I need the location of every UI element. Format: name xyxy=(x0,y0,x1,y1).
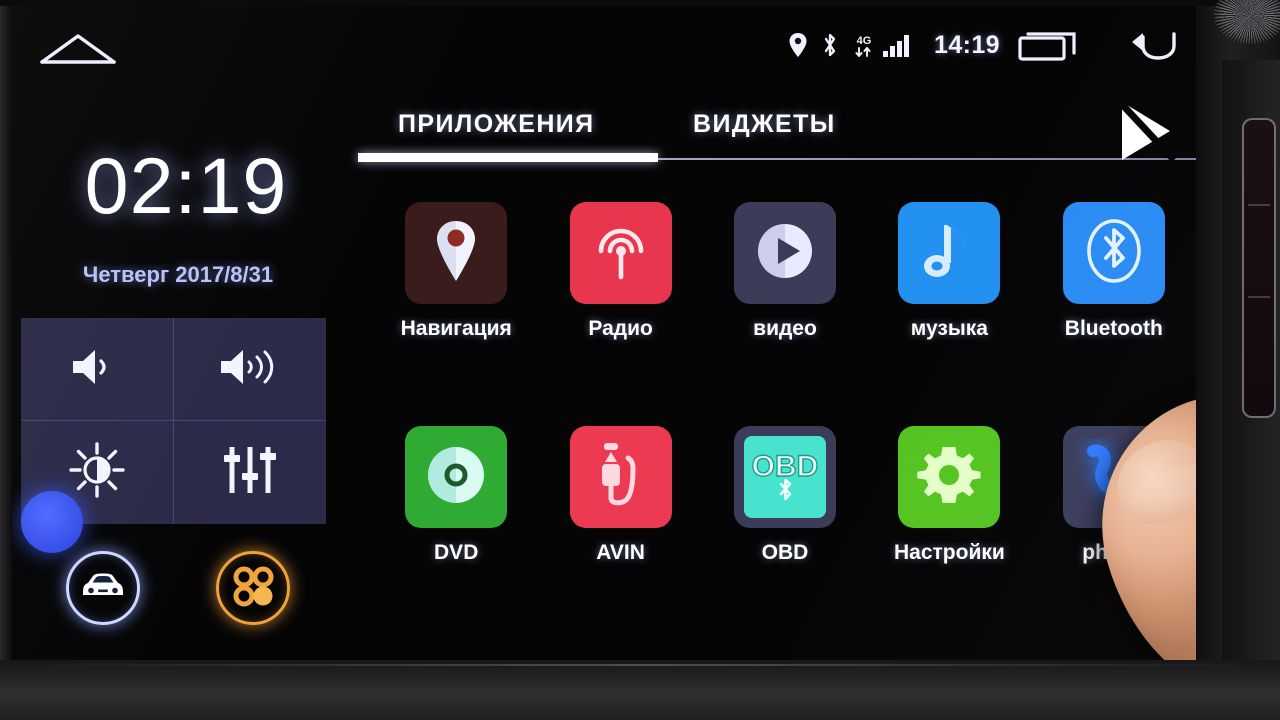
volume-low-icon xyxy=(67,343,127,396)
head-unit-device: 4G 14:19 02:19 Четверг 2017/8/31 ПРИЛОЖЕ… xyxy=(0,0,1280,720)
bluetooth-icon xyxy=(821,31,839,59)
home-icon[interactable] xyxy=(38,31,118,65)
app-label-settings: Настройки xyxy=(893,541,1005,564)
status-bar-clock: 14:19 xyxy=(934,30,1000,59)
car-icon xyxy=(80,570,126,607)
app-label-avin: AVIN xyxy=(596,541,645,564)
apps-grid-icon xyxy=(230,563,276,614)
signal-bars-icon xyxy=(882,31,912,59)
back-arrow-icon[interactable] xyxy=(1118,28,1178,62)
app-label-dvd: DVD xyxy=(434,541,479,564)
music-note-icon xyxy=(921,217,977,290)
brightness-slider-handle[interactable] xyxy=(21,491,83,553)
mobile-data-4g-icon: 4G xyxy=(852,31,876,59)
app-icon-radio xyxy=(569,202,672,304)
bezel-left xyxy=(0,0,12,700)
app-icon-avin xyxy=(569,426,672,528)
bluetooth-icon xyxy=(1081,216,1147,291)
equalizer-icon xyxy=(221,443,279,502)
disc-icon xyxy=(422,441,490,514)
tab-applications[interactable]: ПРИЛОЖЕНИЯ xyxy=(398,110,595,139)
play-circle-icon xyxy=(753,219,817,288)
svg-text:4G: 4G xyxy=(857,35,872,47)
app-label-video: видео xyxy=(753,317,817,340)
equalizer-button[interactable] xyxy=(174,421,327,524)
app-icon-settings xyxy=(898,426,1001,528)
quick-controls-panel xyxy=(21,318,326,524)
app-tile-bluetooth[interactable]: Bluetooth xyxy=(1032,202,1196,408)
app-label-navigation: Навигация xyxy=(400,317,512,340)
app-label-obd: OBD xyxy=(761,541,809,564)
app-tile-obd[interactable]: OBD OBD xyxy=(703,426,867,632)
volume-down-button[interactable] xyxy=(21,318,174,421)
all-apps-button[interactable] xyxy=(216,551,290,625)
play-store-icon[interactable] xyxy=(1112,97,1186,164)
app-grid: Навигация Радио видео музыка Bluetooth D… xyxy=(374,202,1196,632)
map-pin-icon xyxy=(430,217,482,290)
app-tile-music[interactable]: музыка xyxy=(867,202,1031,408)
volume-high-icon xyxy=(215,343,285,396)
app-tile-video[interactable]: видео xyxy=(703,202,867,408)
svg-text:OBD: OBD xyxy=(752,450,819,483)
status-bar: 4G 14:19 xyxy=(12,6,1196,84)
clock-time: 02:19 xyxy=(84,141,288,230)
app-tile-dvd[interactable]: DVD xyxy=(374,426,538,632)
app-icon-dvd xyxy=(405,426,508,528)
app-label-music: музыка xyxy=(910,317,988,340)
brightness-icon xyxy=(68,441,126,504)
status-icon-tray: 4G 14:19 xyxy=(787,28,1184,62)
app-label-radio: Радио xyxy=(588,317,653,340)
av-plug-icon xyxy=(590,440,652,515)
bottom-round-buttons xyxy=(28,551,328,625)
recents-icon[interactable] xyxy=(1018,29,1080,61)
app-drawer-tabs: ПРИЛОЖЕНИЯ ВИДЖЕТЫ xyxy=(348,102,1196,164)
app-tile-radio[interactable]: Радио xyxy=(538,202,702,408)
volume-up-button[interactable] xyxy=(173,318,326,421)
app-tile-avin[interactable]: AVIN xyxy=(538,426,702,632)
tab-active-indicator xyxy=(358,153,658,162)
app-tile-settings[interactable]: Настройки xyxy=(867,426,1031,632)
clock-date: Четверг 2017/8/31 xyxy=(82,262,274,287)
gear-icon xyxy=(915,441,983,514)
app-icon-music xyxy=(898,202,1001,304)
app-icon-navigation xyxy=(405,202,508,304)
app-label-bluetooth: Bluetooth xyxy=(1064,317,1163,340)
tab-widgets[interactable]: ВИДЖЕТЫ xyxy=(693,110,836,139)
car-button[interactable] xyxy=(66,551,140,625)
app-icon-video xyxy=(733,202,836,304)
app-icon-obd: OBD xyxy=(733,426,836,528)
touchscreen[interactable]: 4G 14:19 02:19 Четверг 2017/8/31 ПРИЛОЖЕ… xyxy=(12,6,1196,660)
bezel-top xyxy=(0,0,1280,6)
obd-icon: OBD xyxy=(744,436,826,519)
radio-waves-icon xyxy=(587,217,655,290)
bezel-bottom xyxy=(0,660,1280,720)
app-tile-navigation[interactable]: Навигация xyxy=(374,202,538,408)
location-pin-icon xyxy=(787,31,809,59)
app-icon-bluetooth xyxy=(1062,202,1165,304)
speaker-grille xyxy=(1242,118,1276,418)
